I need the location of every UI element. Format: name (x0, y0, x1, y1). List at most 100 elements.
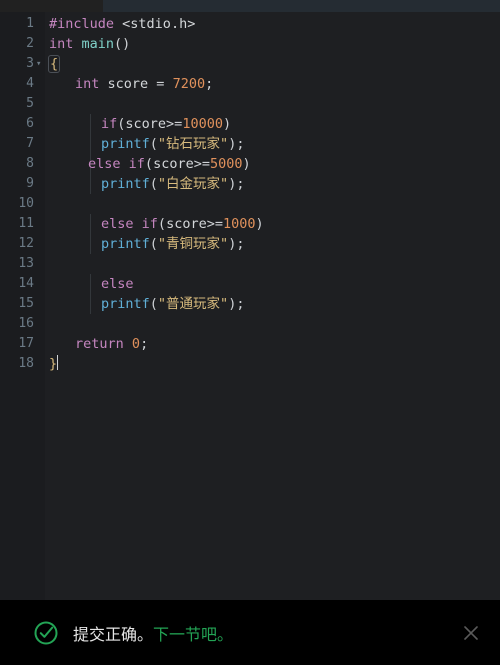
line-text: else (101, 274, 134, 294)
line-text: { (47, 54, 61, 74)
code-token: return (75, 336, 124, 352)
code-line[interactable]: 4 int score = 7200; (0, 74, 500, 94)
code-line[interactable]: 9 printf("白金玩家"); (0, 174, 500, 194)
code-token: ); (228, 176, 245, 192)
line-number: 1 (26, 16, 34, 31)
fold-arrow-icon[interactable]: ▾ (36, 54, 44, 74)
code-token: printf (101, 136, 150, 152)
line-text: printf("白金玩家"); (101, 174, 244, 194)
notification-message: 提交正确。下一节吧。 (73, 621, 233, 645)
code-editor[interactable]: 1 #include <stdio.h> 2 int main() 3 ▾{4 int sc… (0, 12, 500, 600)
code-token: ( (149, 236, 158, 252)
code-line[interactable]: 6 if(score>=10000) (0, 114, 500, 134)
tab-active[interactable] (0, 0, 103, 12)
code-token: #include (49, 16, 115, 32)
code-token: ( (149, 296, 158, 312)
notification-next-lesson-link[interactable]: 下一节吧。 (153, 625, 233, 644)
line-text: if(score>=10000) (101, 114, 231, 134)
code-token: >= (193, 156, 210, 172)
code-line[interactable]: 17 return 0; (0, 334, 500, 354)
line-number: 16 (18, 316, 34, 331)
code-line[interactable]: 3 ▾{ (0, 54, 500, 74)
line-text: } (49, 354, 59, 374)
code-token: printf (101, 296, 150, 312)
line-number: 15 (18, 296, 34, 311)
code-line[interactable]: 7 printf("钻石玩家"); (0, 134, 500, 154)
indent-guide (90, 214, 91, 234)
code-line[interactable]: 12 printf("青铜玩家"); (0, 234, 500, 254)
code-token: "白金玩家" (157, 176, 229, 192)
line-text: printf("钻石玩家"); (101, 134, 244, 154)
check-circle-icon (33, 620, 59, 646)
code-token: 10000 (182, 116, 223, 132)
code-token: ); (228, 136, 245, 152)
line-text: int main() (49, 34, 130, 54)
indent-guide (90, 134, 91, 154)
code-token: <stdio.h> (122, 16, 196, 32)
code-token: ( (144, 156, 154, 172)
line-number: 10 (18, 196, 34, 211)
code-token: () (114, 36, 131, 52)
code-line[interactable]: 1 #include <stdio.h> (0, 14, 500, 34)
indent-guide (90, 274, 91, 294)
code-token: ) (242, 156, 251, 172)
line-text: int score = 7200; (75, 74, 213, 94)
code-line[interactable]: 5 (0, 94, 500, 114)
code-token: main (81, 36, 115, 52)
code-token: 1000 (222, 216, 256, 232)
code-content[interactable]: 1 #include <stdio.h> 2 int main() 3 ▾{4 int sc… (0, 12, 500, 374)
code-line[interactable]: 11 else if(score>=1000) (0, 214, 500, 234)
code-line[interactable]: 10 (0, 194, 500, 214)
code-token: printf (101, 236, 150, 252)
code-token: ); (228, 296, 245, 312)
line-text: printf("普通玩家"); (101, 294, 244, 314)
line-text: printf("青铜玩家"); (101, 234, 244, 254)
line-number: 9 (26, 176, 34, 191)
code-token: score (125, 116, 167, 132)
indent-guide (90, 234, 91, 254)
line-number: 5 (26, 96, 34, 111)
code-token: >= (206, 216, 223, 232)
code-line[interactable]: 18} (0, 354, 500, 374)
notification-message-text: 提交正确。 (73, 624, 154, 644)
indent-guide (90, 174, 91, 194)
indent-guide (90, 114, 91, 134)
code-token: ) (255, 216, 264, 232)
code-line[interactable]: 13 (0, 254, 500, 274)
code-token: ) (222, 116, 232, 132)
code-token: 0 (131, 336, 141, 352)
code-line[interactable]: 14 else (0, 274, 500, 294)
code-token: 5000 (209, 156, 243, 172)
code-token: 7200 (172, 76, 206, 92)
code-token: else (88, 156, 121, 172)
code-line[interactable]: 16 (0, 314, 500, 334)
code-token: = (148, 76, 173, 92)
close-icon[interactable] (460, 622, 482, 644)
code-line[interactable]: 2 int main() (0, 34, 500, 54)
line-number: 14 (18, 276, 34, 291)
code-token: "普通玩家" (157, 296, 229, 312)
code-line[interactable]: 15 printf("普通玩家"); (0, 294, 500, 314)
line-number: 11 (18, 216, 34, 231)
indent-guide (90, 294, 91, 314)
line-number: 2 (26, 36, 34, 51)
code-token: int (75, 76, 100, 92)
code-token: ( (149, 136, 158, 152)
code-token: >= (166, 116, 183, 132)
line-number: 4 (26, 76, 34, 91)
line-number: 6 (26, 116, 34, 131)
code-line[interactable]: 8 else if(score>=5000) (0, 154, 500, 174)
notification-bar: 提交正确。下一节吧。 (0, 600, 500, 665)
code-token: ; (205, 76, 214, 92)
code-token: if (101, 116, 118, 132)
code-token: "青铜玩家" (157, 236, 229, 252)
line-number: 13 (18, 256, 34, 271)
code-token: score (107, 76, 149, 92)
line-number: 12 (18, 236, 34, 251)
line-text: #include <stdio.h> (49, 14, 195, 34)
